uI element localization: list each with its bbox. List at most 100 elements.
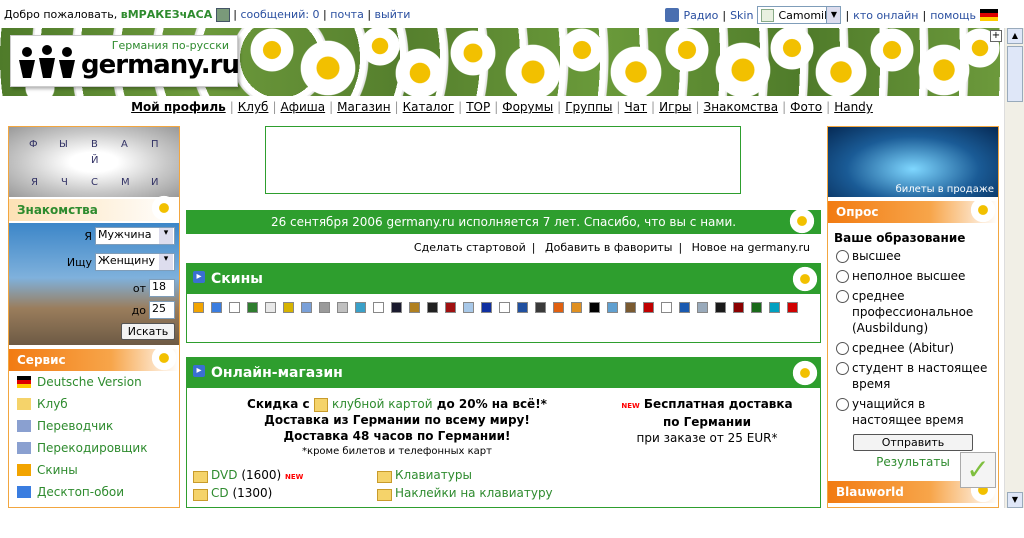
service-item-deutsch[interactable]: Deutsche Version <box>9 371 179 393</box>
skin-swatch[interactable] <box>265 302 276 313</box>
scroll-down-icon[interactable]: ▼ <box>1007 492 1023 508</box>
service-item-recoder[interactable]: Перекодировщик <box>9 437 179 459</box>
age-from-input[interactable]: 18 <box>149 279 175 297</box>
skin-swatch[interactable] <box>427 302 438 313</box>
nav-item[interactable]: Фото <box>790 100 822 114</box>
skin-select[interactable]: Camomile ▼ <box>757 6 842 24</box>
service-item-club[interactable]: Клуб <box>9 393 179 415</box>
skin-swatch[interactable] <box>571 302 582 313</box>
skin-swatch[interactable] <box>643 302 654 313</box>
site-logo[interactable]: Германия по-русски germany.ru <box>10 35 240 87</box>
poll-option[interactable]: высшее <box>834 248 992 264</box>
nav-item[interactable]: Handy <box>834 100 873 114</box>
skin-swatch[interactable] <box>769 302 780 313</box>
category-name[interactable]: Клавиатуры <box>395 468 472 482</box>
skin-swatch[interactable] <box>679 302 690 313</box>
mail-link[interactable]: почта <box>330 8 364 21</box>
skin-link[interactable]: Skin <box>730 9 753 22</box>
nav-item[interactable]: Магазин <box>337 100 390 114</box>
username-link[interactable]: вМРАКЕЗчАСА <box>121 8 212 21</box>
skin-swatch[interactable] <box>337 302 348 313</box>
nav-item[interactable]: TOP <box>466 100 490 114</box>
set-homepage-link[interactable]: Сделать стартовой <box>414 241 526 254</box>
category-keyboards[interactable]: Клавиатуры <box>377 468 472 483</box>
keyboard-banner[interactable]: Ф Ы В А П Й Я Ч С М И <box>9 127 179 197</box>
skin-swatch[interactable] <box>733 302 744 313</box>
skin-swatch[interactable] <box>553 302 564 313</box>
nav-item[interactable]: Чат <box>624 100 647 114</box>
skin-swatch[interactable] <box>481 302 492 313</box>
skin-swatch[interactable] <box>247 302 258 313</box>
skin-swatch[interactable] <box>211 302 222 313</box>
skin-swatch[interactable] <box>193 302 204 313</box>
page-scrollbar[interactable]: ▲ ▼ <box>1004 28 1024 508</box>
nav-item[interactable]: Группы <box>565 100 612 114</box>
skin-swatch[interactable] <box>283 302 294 313</box>
skin-swatch[interactable] <box>625 302 636 313</box>
nav-item[interactable]: Афиша <box>281 100 326 114</box>
skin-swatch[interactable] <box>589 302 600 313</box>
who-online-link[interactable]: кто онлайн <box>853 9 918 22</box>
nav-item[interactable]: Мой профиль <box>131 100 226 114</box>
category-dvd[interactable]: DVD (1600) NEW <box>193 468 303 483</box>
skin-swatch[interactable] <box>355 302 366 313</box>
service-item-wallpapers[interactable]: Десктоп-обои <box>9 481 179 503</box>
nav-item[interactable]: Клуб <box>238 100 269 114</box>
skin-swatch[interactable] <box>535 302 546 313</box>
skin-swatch[interactable] <box>751 302 762 313</box>
skin-swatch[interactable] <box>445 302 456 313</box>
skin-swatch[interactable] <box>373 302 384 313</box>
ad-banner[interactable] <box>265 126 741 194</box>
poll-option[interactable]: учащийся в настоящее время <box>834 396 992 428</box>
gender-select[interactable]: Мужчина <box>95 227 175 245</box>
chevron-down-icon[interactable]: ▼ <box>826 7 841 23</box>
category-cd[interactable]: CD (1300) <box>193 486 272 501</box>
poll-option[interactable]: среднее профессиональное (Ausbildung) <box>834 288 992 336</box>
logout-link[interactable]: выйти <box>375 8 411 21</box>
poll-option[interactable]: студент в настоящее время <box>834 360 992 392</box>
category-name[interactable]: Наклейки на клавиатуру <box>395 486 553 500</box>
skin-swatch[interactable] <box>607 302 618 313</box>
age-to-input[interactable]: 25 <box>149 301 175 319</box>
expand-button[interactable]: + <box>990 30 1002 42</box>
poll-submit-button[interactable]: Отправить <box>853 434 973 451</box>
nav-item[interactable]: Каталог <box>403 100 455 114</box>
messages-link[interactable]: сообщений: 0 <box>240 8 319 21</box>
skin-swatch[interactable] <box>697 302 708 313</box>
skin-swatch[interactable] <box>409 302 420 313</box>
dating-header[interactable]: Знакомства <box>9 195 179 221</box>
category-name[interactable]: DVD <box>211 468 237 482</box>
service-item-skins[interactable]: Скины <box>9 459 179 481</box>
add-favorites-link[interactable]: Добавить в фавориты <box>545 241 672 254</box>
seek-select[interactable]: Женщину <box>95 253 175 271</box>
poll-option[interactable]: неполное высшее <box>834 268 992 284</box>
category-name[interactable]: CD <box>211 486 229 500</box>
skin-swatch[interactable] <box>661 302 672 313</box>
nav-item[interactable]: Игры <box>659 100 691 114</box>
whats-new-link[interactable]: Новое на germany.ru <box>692 241 810 254</box>
service-item-translator[interactable]: Переводчик <box>9 415 179 437</box>
user-icon[interactable] <box>215 8 230 22</box>
skin-swatch[interactable] <box>517 302 528 313</box>
skin-swatch[interactable] <box>787 302 798 313</box>
german-flag-icon[interactable] <box>980 9 998 21</box>
help-link[interactable]: помощь <box>930 9 976 22</box>
radio-link[interactable]: Радио <box>683 9 718 22</box>
poll-option[interactable]: среднее (Abitur) <box>834 340 992 356</box>
skin-swatch[interactable] <box>715 302 726 313</box>
checkmark-icon[interactable]: ✓ <box>960 452 996 488</box>
skin-swatch[interactable] <box>229 302 240 313</box>
skin-swatch[interactable] <box>391 302 402 313</box>
nav-item[interactable]: Форумы <box>502 100 553 114</box>
nav-item[interactable]: Знакомства <box>704 100 779 114</box>
ballet-banner[interactable]: билеты в продаже <box>828 127 998 197</box>
skin-swatch[interactable] <box>319 302 330 313</box>
category-stickers[interactable]: Наклейки на клавиатуру <box>377 486 553 501</box>
scroll-up-icon[interactable]: ▲ <box>1007 28 1023 44</box>
club-card-link[interactable]: клубной картой <box>332 397 433 411</box>
scroll-thumb[interactable] <box>1007 46 1023 102</box>
search-button[interactable]: Искать <box>121 323 175 340</box>
skin-swatch[interactable] <box>463 302 474 313</box>
skin-swatch[interactable] <box>301 302 312 313</box>
skin-swatch[interactable] <box>499 302 510 313</box>
